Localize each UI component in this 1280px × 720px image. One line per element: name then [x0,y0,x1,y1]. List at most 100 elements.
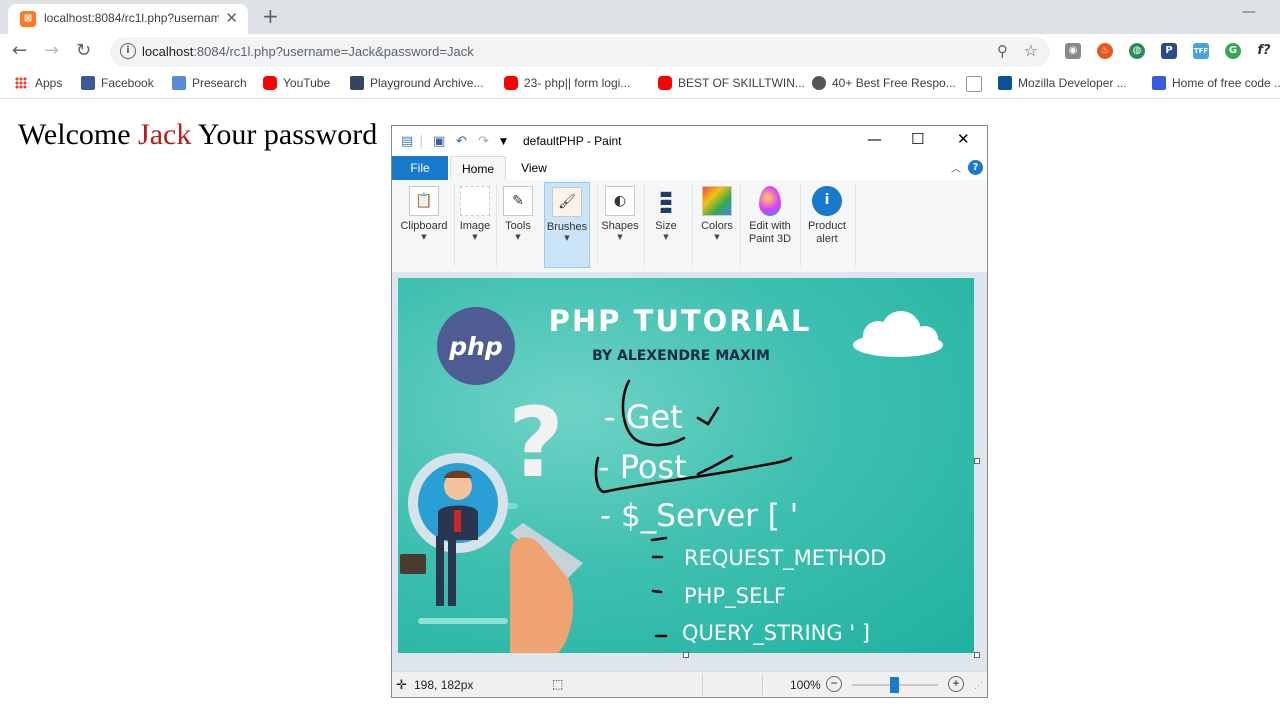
brushes-group[interactable]: 🖌 Brushes ▼ [544,182,590,268]
back-icon[interactable]: ← [12,40,27,61]
separator [597,184,598,266]
view-tab[interactable]: View [510,156,558,180]
camera-extension-icon[interactable]: ◉ [1065,43,1081,59]
tumblr-icon [350,76,364,90]
shapes-group[interactable]: ◐ Shapes ▼ [599,182,641,268]
dropdown-arrow-icon: ▼ [564,234,570,242]
tab-close-icon[interactable]: ✕ [225,9,238,27]
bookmark-apps[interactable]: Apps [15,76,62,90]
shapes-icon: ◐ [605,186,635,216]
browser-toolbar: ← → ↻ i localhost:8084/rc1l.php?username… [0,34,1280,70]
zoom-icon[interactable]: ⚲ [997,42,1008,60]
address-bar[interactable]: i localhost:8084/rc1l.php?username=Jack&… [110,37,1050,67]
function-extension-icon[interactable]: f? [1256,43,1272,59]
bookmark-mozilla[interactable]: Mozilla Developer ... [998,76,1127,90]
drawing-canvas[interactable]: php PHP TUTORIAL BY ALEXENDRE MAXIM ? - … [398,278,974,653]
paint-window-title: defaultPHP - Paint [523,134,622,148]
zoom-slider-thumb[interactable] [890,677,899,693]
paint-maximize-icon[interactable]: ☐ [911,130,924,148]
bookmark-youtube[interactable]: YouTube [263,76,330,90]
collapse-ribbon-icon[interactable]: ︿ [951,160,961,175]
canvas-area: php PHP TUTORIAL BY ALEXENDRE MAXIM ? - … [392,272,987,671]
dropdown-arrow-icon: ▼ [714,233,720,241]
customize-quick-access-icon[interactable]: ▼ [500,137,507,147]
bookmark-blank[interactable] [966,76,988,92]
separator [762,675,763,695]
edit-paint3d-button[interactable]: Edit with Paint 3D [742,182,798,268]
resize-handle-corner[interactable] [974,652,980,658]
paint3d-icon [759,186,781,216]
save-icon[interactable]: ▣ [433,134,445,149]
url-text[interactable]: localhost:8084/rc1l.php?username=Jack&pa… [142,44,474,59]
dropdown-arrow-icon: ▼ [663,233,669,241]
site-info-icon[interactable]: i [120,43,136,59]
zoom-out-icon[interactable]: − [826,676,842,692]
separator [454,184,455,266]
tutorial-byline: BY ALEXENDRE MAXIM [592,348,770,364]
resize-grip-icon[interactable]: ⋰ [974,680,983,691]
paint-app-icon[interactable]: ▤ [401,134,413,149]
resize-handle-right[interactable] [974,458,980,464]
zoom-percent: 100% [790,678,821,692]
tff-extension-icon[interactable]: TFF [1193,43,1209,59]
bookmarks-bar: Apps Facebook Presearch YouTube Playgrou… [0,70,1280,99]
redo-icon[interactable]: ↷ [478,134,489,149]
youtube-icon [658,76,672,90]
size-group[interactable]: ▬ ▬ ▬ Size ▼ [647,182,685,268]
help-icon[interactable]: ? [968,160,983,175]
dropdown-arrow-icon: ▼ [472,233,478,241]
username-text: Jack [138,118,192,151]
product-alert-button[interactable]: i Product alert [802,182,852,268]
list-item-get: - Get [604,398,683,436]
browser-tab[interactable]: ⊠ localhost:8084/rc1l.php?usernam ✕ [8,4,248,34]
paint-minimize-icon[interactable]: — [867,130,882,148]
paint-ribbon: 📋 Clipboard ▼ Image ▼ ✎ Tools ▼ 🖌 Brushe… [392,180,987,273]
bookmark-facebook[interactable]: Facebook [81,76,154,90]
dropdown-arrow-icon: ▼ [515,233,521,241]
separator: | [419,134,424,149]
zoom-in-icon[interactable]: + [948,676,964,692]
paint-close-icon[interactable]: ✕ [957,130,970,148]
window-minimize-icon[interactable]: — [1242,4,1256,20]
green-extension-icon[interactable]: G [1225,43,1241,59]
separator [644,184,645,266]
list-item-server: - $_Server [ ' [600,498,798,534]
facebook-icon [81,76,95,90]
dropdown-arrow-icon: ▼ [617,233,623,241]
colors-group[interactable]: Colors ▼ [696,182,738,268]
undo-icon[interactable]: ↶ [456,134,467,149]
page-icon [966,76,982,92]
code-icon [1152,76,1166,90]
bookmark-playground[interactable]: Playground Archive... [350,76,483,90]
globe-extension-icon[interactable]: ◍ [1129,43,1145,59]
forward-icon[interactable]: → [44,40,59,61]
image-group[interactable]: Image ▼ [456,182,494,268]
new-tab-icon[interactable]: + [262,4,279,28]
php-logo-text: php [448,332,503,361]
bookmark-star-icon[interactable]: ☆ [1024,41,1038,60]
tutorial-title: PHP TUTORIAL [549,304,812,338]
clipboard-icon: 📋 [409,186,439,216]
resize-handle-bottom[interactable] [683,652,689,658]
brush-icon: 🖌 [552,187,582,217]
home-tab[interactable]: Home [450,156,506,180]
sub-item-query-string: QUERY_STRING ' ] [682,621,870,646]
reload-icon[interactable]: ↻ [76,40,91,61]
xampp-favicon-icon: ⊠ [20,11,36,27]
file-tab[interactable]: File [392,156,448,180]
p-extension-icon[interactable]: P [1161,43,1177,59]
youtube-icon [504,76,518,90]
bookmark-best-free[interactable]: 40+ Best Free Respo... [812,76,956,90]
cursor-position-icon: ✛ [396,677,407,692]
tools-group[interactable]: ✎ Tools ▼ [499,182,537,268]
question-mark-icon: ? [508,387,564,499]
presearch-icon [172,76,186,90]
bookmark-php-form[interactable]: 23- php|| form logi... [504,76,630,90]
bookmark-presearch[interactable]: Presearch [172,76,247,90]
clipboard-group[interactable]: 📋 Clipboard ▼ [396,182,452,268]
bookmark-free-code[interactable]: Home of free code ... [1152,76,1280,90]
welcome-message: Welcome Jack Your password [18,118,378,151]
fire-extension-icon[interactable]: ♨ [1097,43,1113,59]
cloud-icon [853,311,943,357]
bookmark-skilltwin[interactable]: BEST OF SKILLTWIN... [658,76,805,90]
